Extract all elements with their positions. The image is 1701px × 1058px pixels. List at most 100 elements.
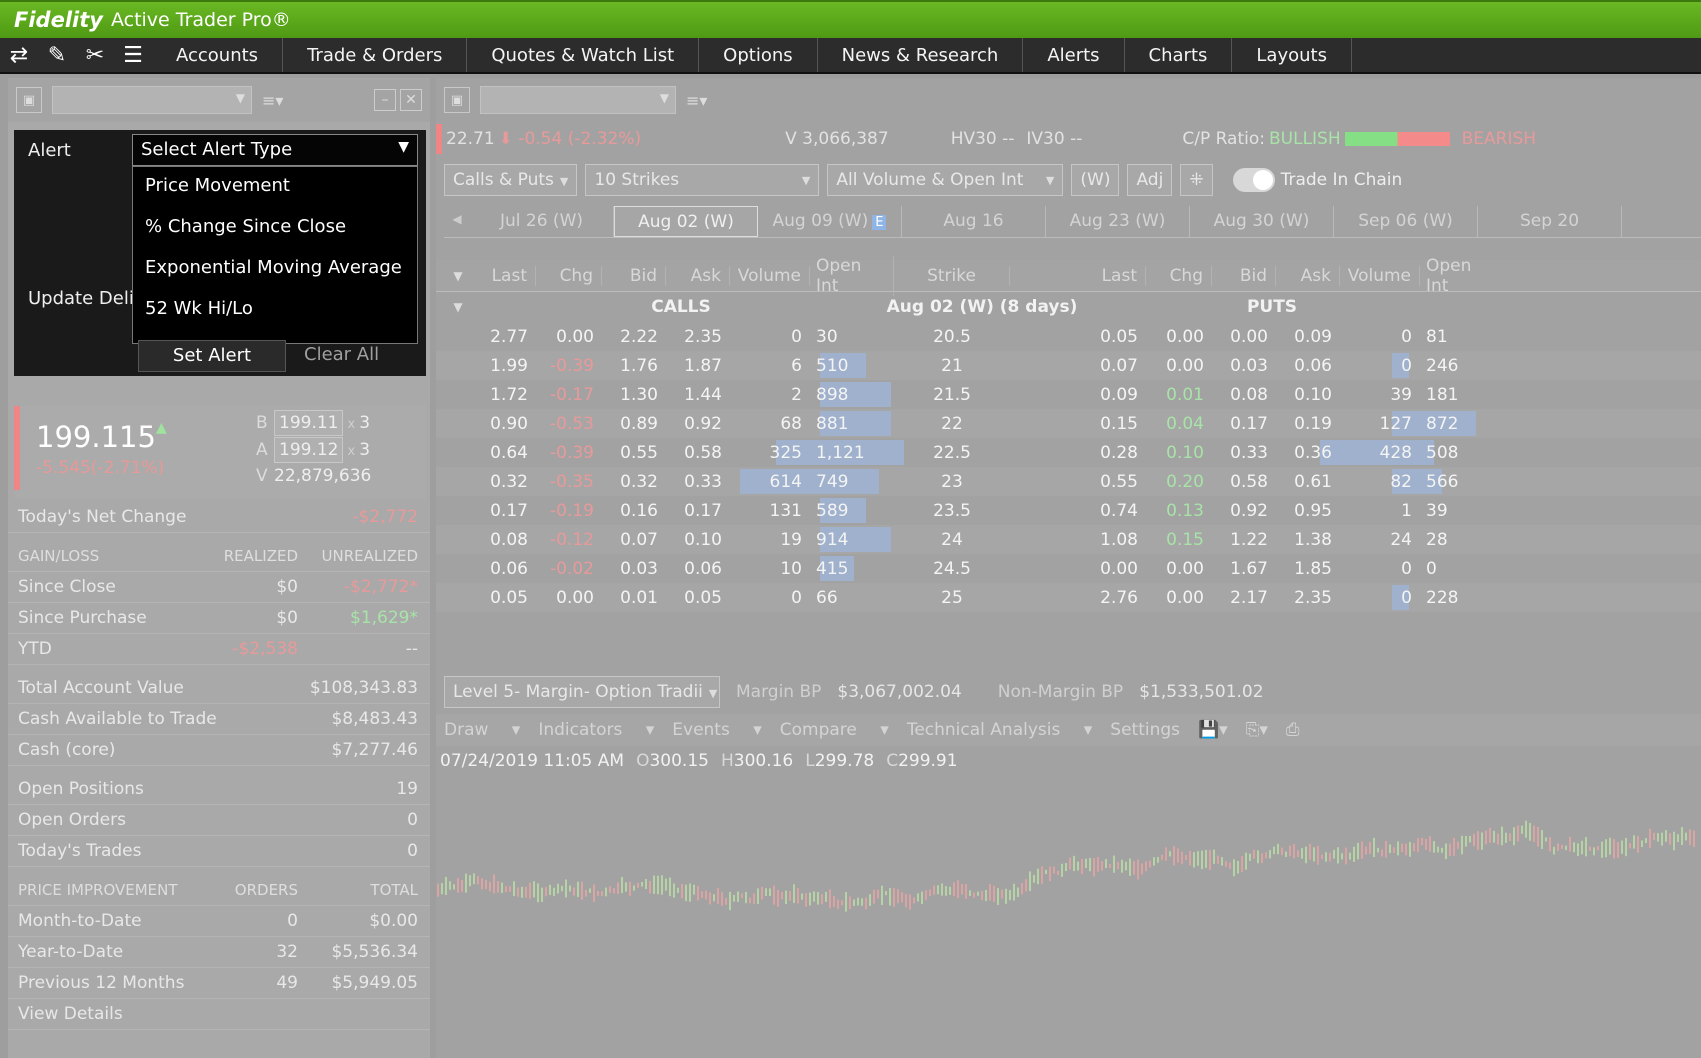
call-ask-cell[interactable]: 0.10 — [666, 530, 730, 550]
call-open-int-cell[interactable]: 749 — [810, 472, 894, 492]
tab-aug-16[interactable]: Aug 16 — [902, 206, 1046, 237]
menu-icon[interactable]: ≡▾ — [686, 91, 707, 110]
call-volume-cell[interactable]: 614 — [730, 472, 810, 492]
table-row[interactable]: 0.05 0.00 0.01 0.05 0 66 25 2.76 0.00 2.17 2.35 0 22… — [436, 583, 1701, 612]
menu-layouts[interactable]: Layouts — [1232, 38, 1352, 72]
put-change-cell[interactable]: 0.15 — [1146, 530, 1212, 550]
call-last-cell[interactable]: 2.77 — [480, 327, 536, 347]
call-open-int-cell[interactable]: 510 — [810, 356, 894, 376]
put-ask-cell[interactable]: 0.10 — [1276, 385, 1340, 405]
close-icon[interactable]: ✕ — [400, 89, 422, 111]
put-ask-cell[interactable]: 0.95 — [1276, 501, 1340, 521]
view-details-link[interactable]: View Details — [8, 999, 430, 1030]
strike-cell[interactable]: 22.5 — [894, 443, 1010, 463]
menu-charts[interactable]: Charts — [1125, 38, 1233, 72]
calls-puts-select[interactable]: Calls & Puts ▼ — [444, 164, 578, 196]
account-select[interactable]: Level 5- Margin- Option Tradii ▼ — [444, 676, 720, 708]
menu-alerts[interactable]: Alerts — [1023, 38, 1125, 72]
call-volume-cell[interactable]: 68 — [730, 414, 810, 434]
edit-icon[interactable]: ✎ — [38, 38, 76, 72]
strike-cell[interactable]: 22 — [894, 414, 1010, 434]
call-last-cell[interactable]: 0.90 — [480, 414, 536, 434]
put-open-int-cell[interactable]: 508 — [1420, 443, 1504, 463]
put-last-cell[interactable]: 0.09 — [1010, 385, 1146, 405]
open-positions-row[interactable]: Open Positions 19 — [8, 774, 430, 805]
tab-aug-02[interactable]: Aug 02 (W) — [614, 206, 758, 237]
call-volume-cell[interactable]: 6 — [730, 356, 810, 376]
call-change-cell[interactable]: -0.02 — [536, 559, 602, 579]
put-bid-cell[interactable]: 0.17 — [1212, 414, 1276, 434]
call-open-int-cell[interactable]: 898 — [810, 385, 894, 405]
call-bid-cell[interactable]: 0.89 — [602, 414, 666, 434]
save-icon[interactable]: 💾▾ — [1198, 720, 1228, 740]
strike-cell[interactable]: 20.5 — [894, 327, 1010, 347]
chevron-left-icon[interactable]: ◀ — [444, 206, 470, 237]
call-change-cell[interactable]: -0.35 — [536, 472, 602, 492]
menu-icon[interactable]: ≡▾ — [262, 91, 283, 110]
put-volume-cell[interactable]: 82 — [1340, 472, 1420, 492]
weekly-toggle-button[interactable]: (W) — [1071, 164, 1120, 196]
call-volume-cell[interactable]: 2 — [730, 385, 810, 405]
table-row[interactable]: 0.06 -0.02 0.03 0.06 10 415 24.5 0.00 0.00 1.67 1.… — [436, 554, 1701, 583]
call-volume-cell[interactable]: 0 — [730, 327, 810, 347]
export-icon[interactable]: ⎘▾ — [1246, 720, 1268, 740]
strikes-select[interactable]: 10 Strikes ▼ — [585, 164, 820, 196]
table-row[interactable]: 0.08 -0.12 0.07 0.10 19 914 24 1.08 0.15 1.22 1.38… — [436, 525, 1701, 554]
table-row[interactable]: 0.64 -0.39 0.55 0.58 325 1,121 22.5 0.28 0.10 0.3… — [436, 438, 1701, 467]
put-change-cell[interactable]: 0.01 — [1146, 385, 1212, 405]
put-open-int-cell[interactable]: 872 — [1420, 414, 1504, 434]
call-volume-cell[interactable]: 0 — [730, 588, 810, 608]
call-ask-cell[interactable]: 0.58 — [666, 443, 730, 463]
tab-sep-06[interactable]: Sep 06 (W) — [1334, 206, 1478, 237]
put-change-cell[interactable]: 0.00 — [1146, 559, 1212, 579]
call-open-int-cell[interactable]: 914 — [810, 530, 894, 550]
call-ask-cell[interactable]: 0.92 — [666, 414, 730, 434]
center-strike-icon[interactable]: ⁜ — [1180, 164, 1213, 196]
alert-option-price-movement[interactable]: Price Movement — [133, 167, 417, 208]
todays-trades-row[interactable]: Today's Trades 0 — [8, 836, 430, 867]
call-open-int-cell[interactable]: 30 — [810, 327, 894, 347]
indicators-menu[interactable]: Indicators ▾ — [538, 720, 654, 740]
put-open-int-cell[interactable]: 81 — [1420, 327, 1504, 347]
put-open-int-cell[interactable]: 39 — [1420, 501, 1504, 521]
call-last-cell[interactable]: 0.17 — [480, 501, 536, 521]
strike-cell[interactable]: 21 — [894, 356, 1010, 376]
strike-cell[interactable]: 24.5 — [894, 559, 1010, 579]
minimize-icon[interactable]: – — [374, 89, 396, 111]
call-volume-cell[interactable]: 19 — [730, 530, 810, 550]
table-row[interactable]: 0.90 -0.53 0.89 0.92 68 881 22 0.15 0.04 0.17 0.19… — [436, 409, 1701, 438]
put-change-cell[interactable]: 0.04 — [1146, 414, 1212, 434]
put-change-cell[interactable]: 0.00 — [1146, 356, 1212, 376]
tab-sep-20[interactable]: Sep 20 — [1478, 206, 1622, 237]
put-ask-cell[interactable]: 1.85 — [1276, 559, 1340, 579]
put-ask-cell[interactable]: 0.06 — [1276, 356, 1340, 376]
put-open-int-cell[interactable]: 566 — [1420, 472, 1504, 492]
call-last-cell[interactable]: 0.06 — [480, 559, 536, 579]
put-bid-cell[interactable]: 1.22 — [1212, 530, 1276, 550]
put-change-cell[interactable]: 0.20 — [1146, 472, 1212, 492]
menu-quotes-watch-list[interactable]: Quotes & Watch List — [467, 38, 700, 72]
ask-price[interactable]: 199.12 — [274, 437, 344, 463]
strike-cell[interactable]: 21.5 — [894, 385, 1010, 405]
put-volume-cell[interactable]: 24 — [1340, 530, 1420, 550]
put-ask-cell[interactable]: 2.35 — [1276, 588, 1340, 608]
put-open-int-cell[interactable]: 228 — [1420, 588, 1504, 608]
bid-price[interactable]: 199.11 — [274, 410, 344, 436]
call-volume-cell[interactable]: 131 — [730, 501, 810, 521]
list-icon[interactable]: ☰ — [114, 38, 152, 72]
call-bid-cell[interactable]: 1.76 — [602, 356, 666, 376]
put-last-cell[interactable]: 2.76 — [1010, 588, 1146, 608]
put-volume-cell[interactable]: 39 — [1340, 385, 1420, 405]
collapse-icon[interactable]: ▼ — [436, 300, 480, 314]
put-open-int-cell[interactable]: 246 — [1420, 356, 1504, 376]
call-bid-cell[interactable]: 0.55 — [602, 443, 666, 463]
tag-icon[interactable]: ✂ — [76, 38, 114, 72]
call-ask-cell[interactable]: 0.33 — [666, 472, 730, 492]
call-open-int-cell[interactable]: 66 — [810, 588, 894, 608]
table-row[interactable]: 1.72 -0.17 1.30 1.44 2 898 21.5 0.09 0.01 0.08 0.1… — [436, 380, 1701, 409]
call-change-cell[interactable]: 0.00 — [536, 588, 602, 608]
call-bid-cell[interactable]: 0.16 — [602, 501, 666, 521]
menu-trade-orders[interactable]: Trade & Orders — [283, 38, 468, 72]
put-ask-cell[interactable]: 0.61 — [1276, 472, 1340, 492]
set-alert-button[interactable]: Set Alert — [138, 340, 286, 372]
